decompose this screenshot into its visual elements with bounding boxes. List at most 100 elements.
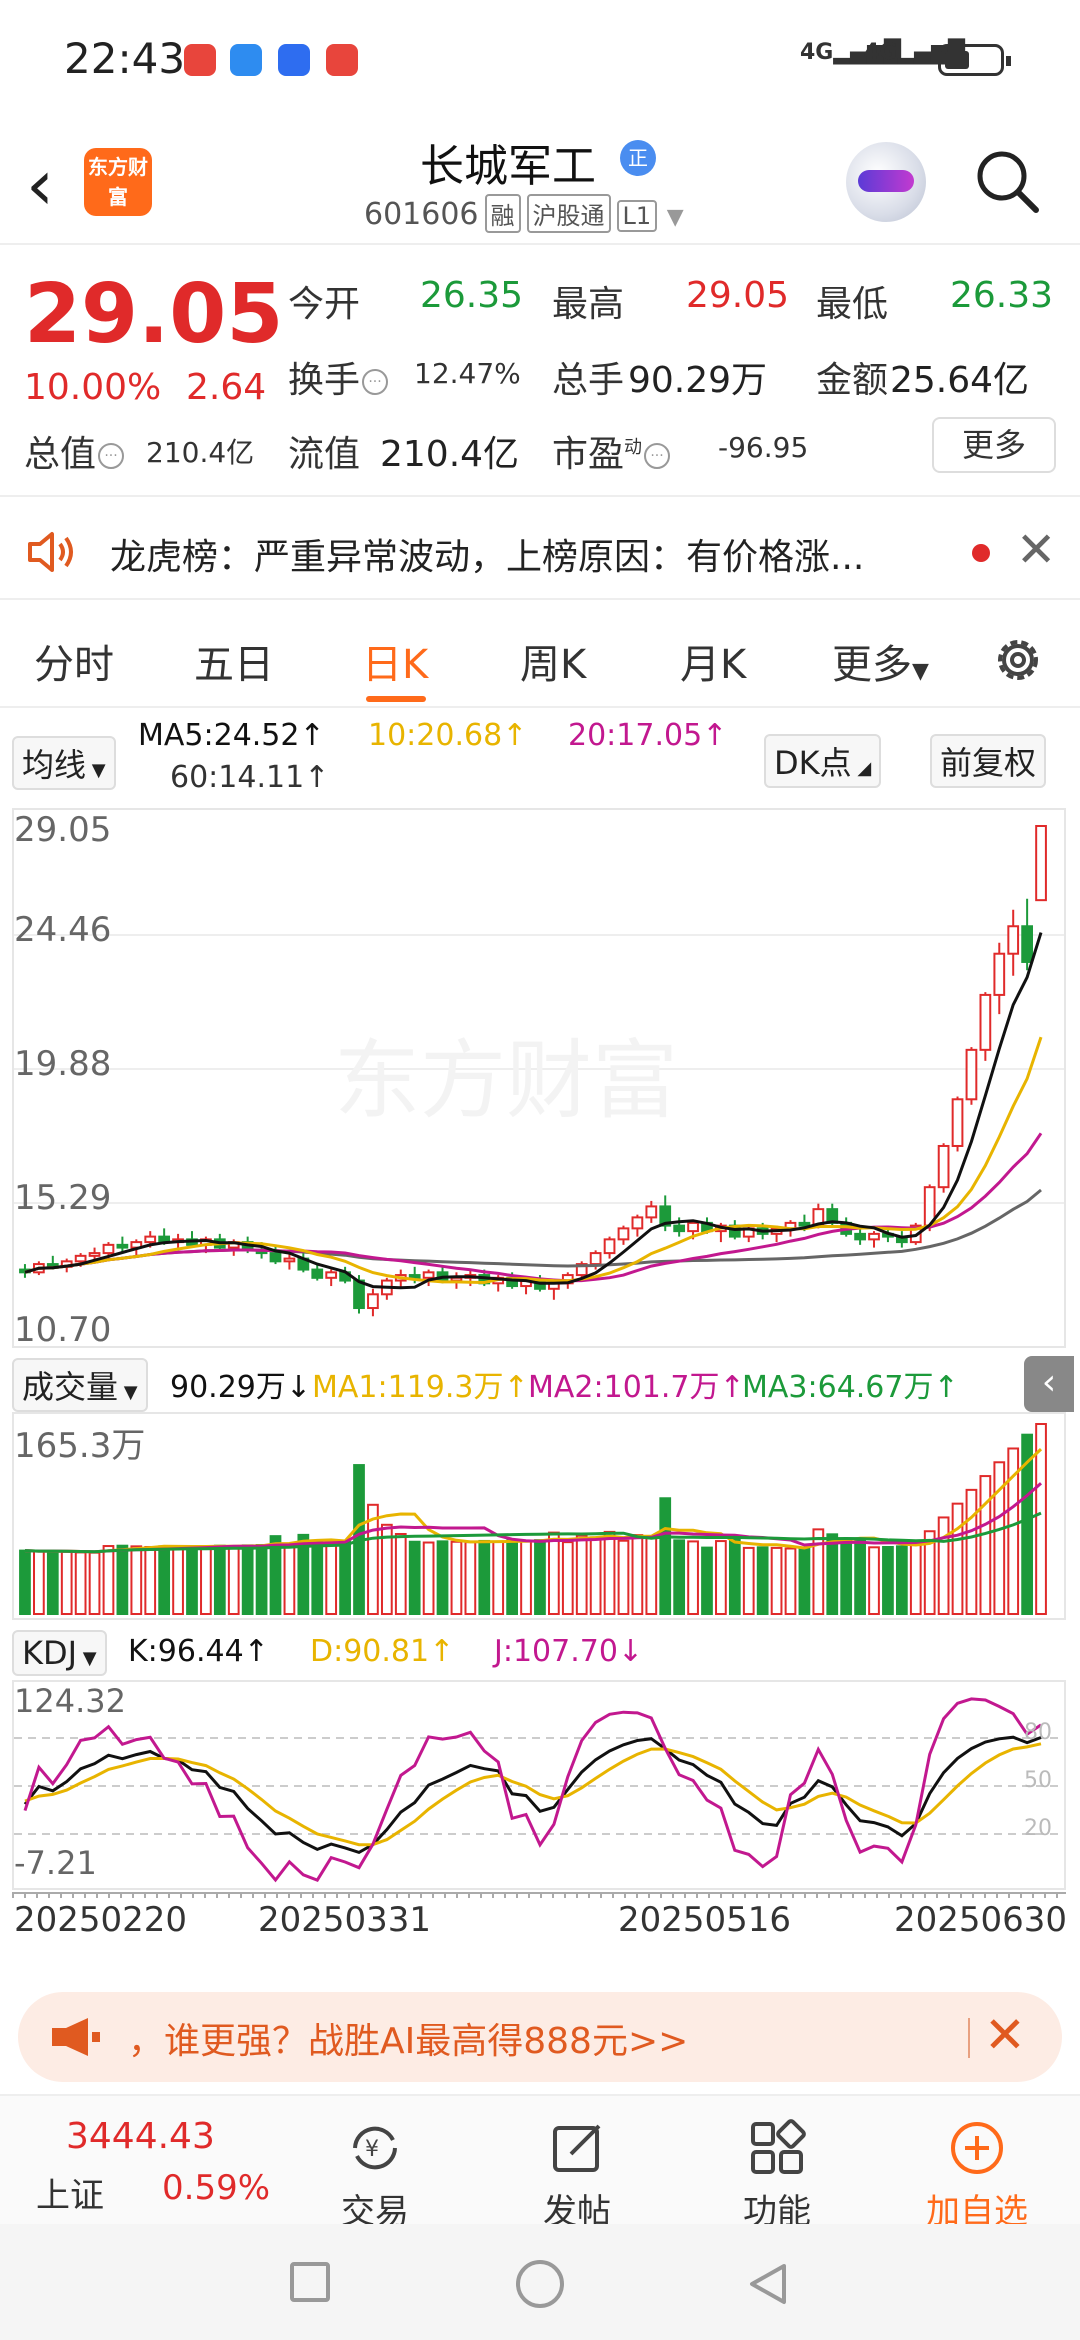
post-button[interactable]: 发帖 [512, 2106, 642, 2232]
volume-bar [854, 1538, 866, 1615]
volume-bar [464, 1541, 477, 1615]
index-value: 3444.43 [66, 2116, 215, 2157]
tab-monthly-k[interactable]: 月K [680, 632, 746, 690]
collapse-arrow-icon[interactable]: ‹ [1024, 1356, 1074, 1412]
volume-bar [673, 1539, 686, 1615]
kline-chart[interactable]: 东方财富 29.05 24.46 19.88 15.29 10.70 [12, 808, 1066, 1350]
kdj-y-min: -7.21 [14, 1844, 97, 1882]
tab-intraday[interactable]: 分时 [34, 632, 114, 690]
stock-code: 601606 [364, 197, 479, 232]
volume-bar [742, 1546, 755, 1616]
add-watchlist-button[interactable]: 加自选 [912, 2106, 1042, 2232]
kdj-d: D:90.81↑ [310, 1634, 455, 1669]
info-icon[interactable]: ··· [644, 443, 671, 469]
notice-bar[interactable]: 龙虎榜：严重异常波动，上榜原因：有价格涨... ✕ [0, 500, 1080, 600]
volume-svg [19, 1423, 1047, 1616]
kdj-y-max: 124.32 [14, 1682, 126, 1720]
kdj-chart[interactable]: 124.32 -7.21 80 50 20 [12, 1680, 1066, 1890]
kdj-indicator-row: KDJ ▼ K:96.44↑ D:90.81↑ J:107.70↓ [0, 1620, 1080, 1680]
promo-banner[interactable]: ，谁更强？战胜AI最高得888元>> ✕ [18, 1992, 1062, 2082]
date-axis: 20250220 20250331 20250516 20250630 [0, 1892, 1080, 1972]
speaker-icon [28, 532, 73, 572]
volume-bar [130, 1545, 143, 1615]
stock-name: 长城军工 [420, 141, 596, 192]
adjust-button[interactable]: 前复权 [930, 734, 1047, 788]
system-navigation [0, 2224, 1080, 2340]
dk-point-button[interactable]: DK点 ◢ [764, 734, 882, 788]
volume-bar [534, 1539, 546, 1615]
candle-body [687, 1221, 699, 1233]
mktcap-value: 210.4亿 [146, 436, 255, 469]
recent-apps-icon[interactable] [290, 2262, 330, 2302]
volume-bar [74, 1551, 87, 1615]
kdj-level-80: 80 [1024, 1720, 1052, 1745]
open-value: 26.35 [420, 275, 524, 316]
info-icon[interactable]: ··· [98, 443, 125, 469]
close-icon[interactable]: ✕ [1016, 522, 1056, 578]
tag-margin: 融 [484, 194, 521, 233]
volume-bar [33, 1550, 45, 1615]
volume-bar [868, 1546, 880, 1615]
tab-five-day[interactable]: 五日 [194, 632, 274, 690]
search-icon[interactable] [972, 146, 1042, 216]
candle-body [798, 1221, 811, 1227]
quote-panel: 29.05 10.00% 2.64 今开 26.35 最高 29.05 最低 2… [0, 247, 1080, 497]
candle-body [603, 1238, 616, 1255]
candle-body [367, 1293, 379, 1310]
volume-bar [770, 1546, 783, 1616]
volume-bar [840, 1539, 853, 1615]
volume-bar [492, 1540, 505, 1615]
volume-bar [798, 1547, 811, 1615]
volume-bar [617, 1539, 630, 1615]
gear-icon[interactable] [990, 632, 1046, 688]
volume-bar [965, 1488, 978, 1615]
float-value: 210.4亿 [380, 434, 520, 475]
candle-body [88, 1252, 101, 1257]
stock-code-line[interactable]: 601606 融沪股通 L1 ▼ [364, 194, 684, 233]
volume-selector[interactable]: 成交量 ▼ [12, 1358, 148, 1412]
tab-more[interactable]: 更多▼ [832, 632, 929, 690]
candle-body [311, 1268, 324, 1279]
battery-icon [938, 44, 1011, 76]
eastmoney-logo[interactable]: 东方财富 [84, 148, 152, 216]
tab-daily-k[interactable]: 日K [362, 632, 428, 690]
functions-button[interactable]: 功能 [712, 2106, 842, 2232]
candle-body [589, 1252, 602, 1266]
volume-bar [826, 1533, 839, 1615]
kdj-selector[interactable]: KDJ ▼ [12, 1630, 107, 1676]
kdj-svg [14, 1697, 1064, 1883]
volume-bar [979, 1475, 992, 1615]
close-icon[interactable]: ✕ [984, 2006, 1026, 2064]
divider [968, 2018, 970, 2058]
volume-bar [812, 1528, 825, 1615]
pe-label: 市盈动 ··· [552, 425, 672, 477]
volume-bar [144, 1545, 157, 1615]
svg-text:¥: ¥ [365, 2137, 379, 2162]
tab-weekly-k[interactable]: 周K [520, 632, 586, 690]
more-button[interactable]: 更多 [932, 417, 1056, 473]
active-tab-indicator [366, 696, 426, 702]
home-icon[interactable] [516, 2260, 564, 2308]
candle-body [645, 1205, 658, 1219]
mktcap-label: 总值 ··· [24, 425, 126, 477]
back-icon[interactable] [746, 2262, 790, 2306]
info-icon[interactable]: ··· [362, 369, 389, 395]
amount-value: 25.64亿 [890, 360, 1030, 401]
kline-y-3: 19.88 [14, 1044, 112, 1084]
ai-robot-icon[interactable] [846, 142, 926, 222]
kline-svg: 东方财富 [14, 825, 1064, 1317]
trade-button[interactable]: ¥ 交易 [310, 2106, 440, 2232]
status-time: 22:43 [64, 34, 186, 83]
volume-bar [283, 1543, 296, 1615]
shop-notification-icon [326, 44, 358, 76]
candle-body [993, 952, 1006, 996]
back-arrow-icon[interactable]: ‹ [26, 150, 76, 220]
candle-body [353, 1279, 365, 1310]
volume-chart[interactable]: 165.3万 [12, 1412, 1066, 1620]
bottom-toolbar: 3444.43 上证 0.59% ¥ 交易 发帖 功能 加自选 [0, 2094, 1080, 2232]
ma-selector[interactable]: 均线 ▼ [12, 736, 116, 790]
last-price: 29.05 [24, 267, 284, 362]
kdj-level-50: 50 [1024, 1768, 1052, 1793]
candle-body [937, 1144, 950, 1189]
kdj-j: J:107.70↓ [494, 1634, 644, 1669]
